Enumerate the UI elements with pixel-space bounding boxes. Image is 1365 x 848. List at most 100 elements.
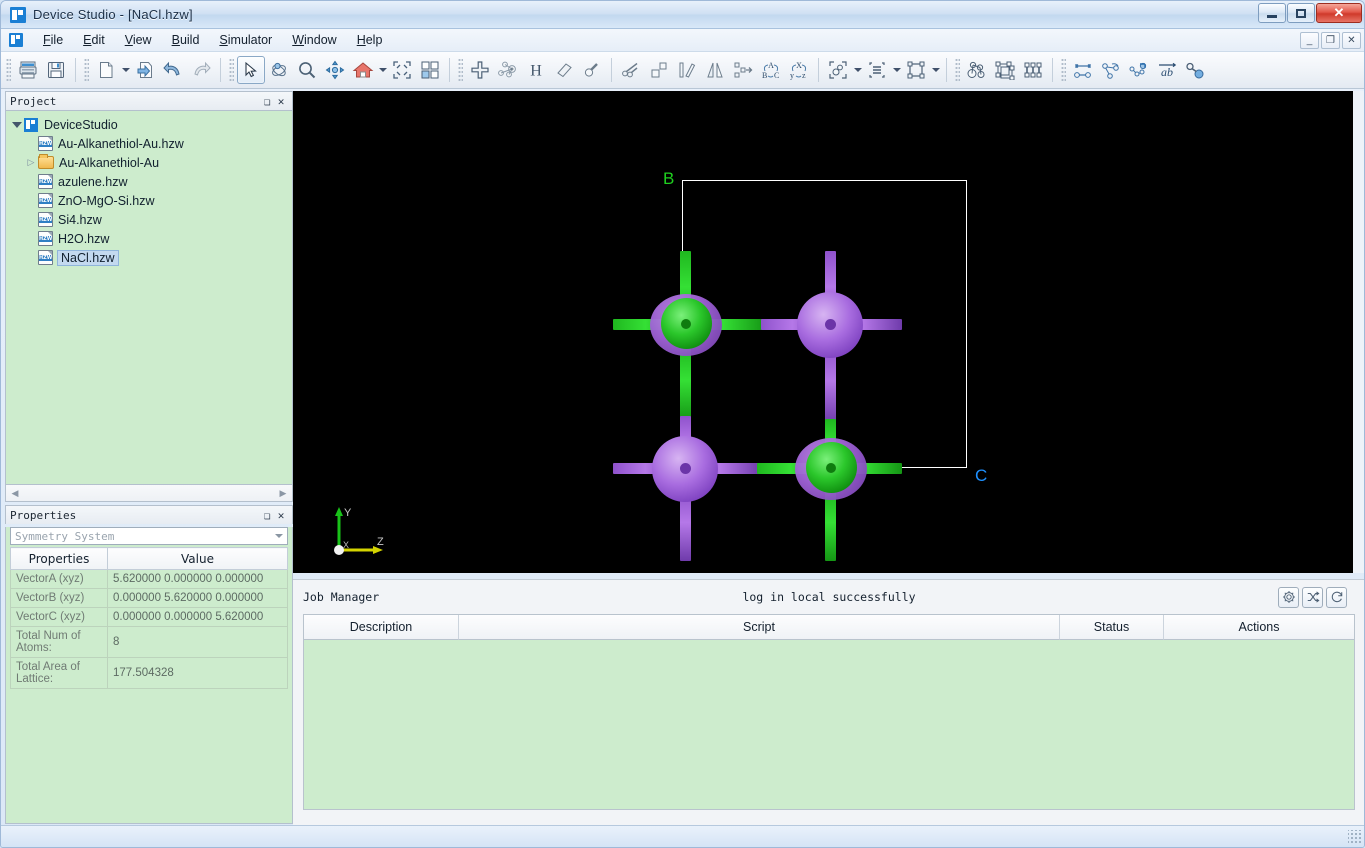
- 3d-viewport[interactable]: B C Y Z X: [293, 91, 1353, 573]
- home-view-button[interactable]: [349, 56, 377, 84]
- rotate-view-button[interactable]: [265, 56, 293, 84]
- scroll-left-icon[interactable]: ◀: [8, 488, 22, 499]
- undo-button[interactable]: [159, 56, 187, 84]
- table-row[interactable]: Total Num of Atoms: 8: [10, 626, 288, 658]
- expander-closed-icon[interactable]: ▷: [24, 157, 38, 168]
- hzw-file-icon: [38, 193, 53, 208]
- refresh-button[interactable]: [1326, 586, 1347, 608]
- home-view-dropdown[interactable]: [377, 56, 388, 84]
- mirror-button[interactable]: [701, 56, 729, 84]
- mdi-close-button[interactable]: ✕: [1342, 32, 1361, 49]
- job-table[interactable]: Description Script Status Actions: [303, 614, 1355, 810]
- toolbar-grip-2[interactable]: [84, 58, 89, 82]
- resize-grip-icon[interactable]: [1348, 830, 1362, 844]
- close-button[interactable]: ✕: [1316, 3, 1362, 23]
- translate-button[interactable]: [729, 56, 757, 84]
- shuffle-button[interactable]: [1302, 586, 1323, 608]
- tile-view-button[interactable]: [416, 56, 444, 84]
- mdi-minimize-button[interactable]: _: [1300, 32, 1319, 49]
- table-row[interactable]: VectorC (xyz) 0.000000 0.000000 5.620000: [10, 607, 288, 627]
- toolbar-grip[interactable]: [6, 58, 11, 82]
- device-button[interactable]: [1019, 56, 1047, 84]
- new-document-button[interactable]: [92, 56, 120, 84]
- svg-text:H: H: [530, 63, 542, 80]
- new-document-dropdown[interactable]: [120, 56, 131, 84]
- viewport-vertical-scrollbar[interactable]: [1353, 91, 1364, 573]
- measure-tool-button[interactable]: [578, 56, 606, 84]
- tree-item-zno-mgo-si-hzw[interactable]: ZnO-MgO-Si.hzw: [10, 191, 290, 210]
- toolbar-grip-4[interactable]: [458, 58, 463, 82]
- menu-help[interactable]: Help: [347, 30, 393, 50]
- distance-measure-button[interactable]: [1069, 56, 1097, 84]
- ruler-button[interactable]: [673, 56, 701, 84]
- toolbar-grip-3[interactable]: [229, 58, 234, 82]
- add-hydrogen-button[interactable]: H: [522, 56, 550, 84]
- eraser-button[interactable]: [550, 56, 578, 84]
- save-button[interactable]: [42, 56, 70, 84]
- add-atom-button[interactable]: [466, 56, 494, 84]
- bond-button[interactable]: [1181, 56, 1209, 84]
- tree-item-nacl-hzw[interactable]: NaCl.hzw: [10, 248, 290, 267]
- symmetry-system-select[interactable]: Symmetry System: [10, 527, 288, 545]
- properties-panel-float-button[interactable]: ❏: [260, 508, 274, 522]
- project-tree[interactable]: DeviceStudio Au-Alkanethiol-Au.hzw ▷ Au-…: [5, 110, 293, 485]
- tree-item-au-alkanethiol-au-folder[interactable]: ▷ Au-Alkanethiol-Au: [10, 153, 290, 172]
- job-column-script[interactable]: Script: [459, 615, 1060, 640]
- mdi-app-icon[interactable]: [9, 33, 23, 47]
- job-column-description[interactable]: Description: [304, 615, 459, 640]
- job-column-status[interactable]: Status: [1060, 615, 1164, 640]
- menu-view[interactable]: View: [115, 30, 162, 50]
- angle-measure-button[interactable]: [1097, 56, 1125, 84]
- menu-file[interactable]: File: [33, 30, 73, 50]
- table-row[interactable]: VectorB (xyz) 0.000000 5.620000 0.000000: [10, 588, 288, 608]
- cut-bond-button[interactable]: [617, 56, 645, 84]
- transform-button[interactable]: [645, 56, 673, 84]
- tree-item-azulene-hzw[interactable]: azulene.hzw: [10, 172, 290, 191]
- tree-item-au-alkanethiol-au-hzw[interactable]: Au-Alkanethiol-Au.hzw: [10, 134, 290, 153]
- project-panel-float-button[interactable]: ❏: [260, 94, 274, 108]
- pan-button[interactable]: [321, 56, 349, 84]
- align-button[interactable]: [863, 56, 891, 84]
- settings-gear-button[interactable]: [1278, 586, 1299, 608]
- bounding-box-dropdown[interactable]: [930, 56, 941, 84]
- toolbar-grip-6[interactable]: [1061, 58, 1066, 82]
- supercell-button[interactable]: [991, 56, 1019, 84]
- zoom-button[interactable]: [293, 56, 321, 84]
- project-panel-close-button[interactable]: ✕: [274, 94, 288, 108]
- axes-xyz-button[interactable]: Xyz: [785, 56, 813, 84]
- tree-item-si4-hzw[interactable]: Si4.hzw: [10, 210, 290, 229]
- dihedral-measure-button[interactable]: [1125, 56, 1153, 84]
- select-arrow-button[interactable]: [237, 56, 265, 84]
- group-select-dropdown[interactable]: [852, 56, 863, 84]
- table-row[interactable]: Total Area of Lattice: 177.504328: [10, 657, 288, 689]
- toolbar-grip-5[interactable]: [955, 58, 960, 82]
- fit-to-view-button[interactable]: [388, 56, 416, 84]
- align-dropdown[interactable]: [891, 56, 902, 84]
- group-select-button[interactable]: [824, 56, 852, 84]
- job-column-actions[interactable]: Actions: [1164, 615, 1354, 640]
- tree-item-devicestudio[interactable]: DeviceStudio: [10, 115, 290, 134]
- menu-simulator[interactable]: Simulator: [209, 30, 282, 50]
- expander-open-icon[interactable]: [10, 122, 24, 128]
- project-tree-hscrollbar[interactable]: ◀ ▶: [5, 485, 293, 502]
- scroll-right-icon[interactable]: ▶: [276, 488, 290, 499]
- svg-text:Z: Z: [377, 536, 384, 548]
- properties-panel-close-button[interactable]: ✕: [274, 508, 288, 522]
- menu-window[interactable]: Window: [282, 30, 346, 50]
- add-molecule-button[interactable]: [494, 56, 522, 84]
- molecule-button[interactable]: [963, 56, 991, 84]
- bounding-box-button[interactable]: [902, 56, 930, 84]
- open-document-button[interactable]: [131, 56, 159, 84]
- minimize-button[interactable]: [1258, 3, 1286, 23]
- toolbar-separator-7: [1052, 58, 1053, 82]
- table-row[interactable]: VectorA (xyz) 5.620000 0.000000 0.000000: [10, 569, 288, 589]
- menu-build[interactable]: Build: [162, 30, 210, 50]
- tree-item-h2o-hzw[interactable]: H2O.hzw: [10, 229, 290, 248]
- menu-edit[interactable]: Edit: [73, 30, 115, 50]
- print-button[interactable]: [14, 56, 42, 84]
- label-ab-button[interactable]: ab: [1153, 56, 1181, 84]
- mdi-restore-button[interactable]: ❐: [1321, 32, 1340, 49]
- maximize-button[interactable]: [1287, 3, 1315, 23]
- redo-button[interactable]: [187, 56, 215, 84]
- lattice-abc-button[interactable]: ABC: [757, 56, 785, 84]
